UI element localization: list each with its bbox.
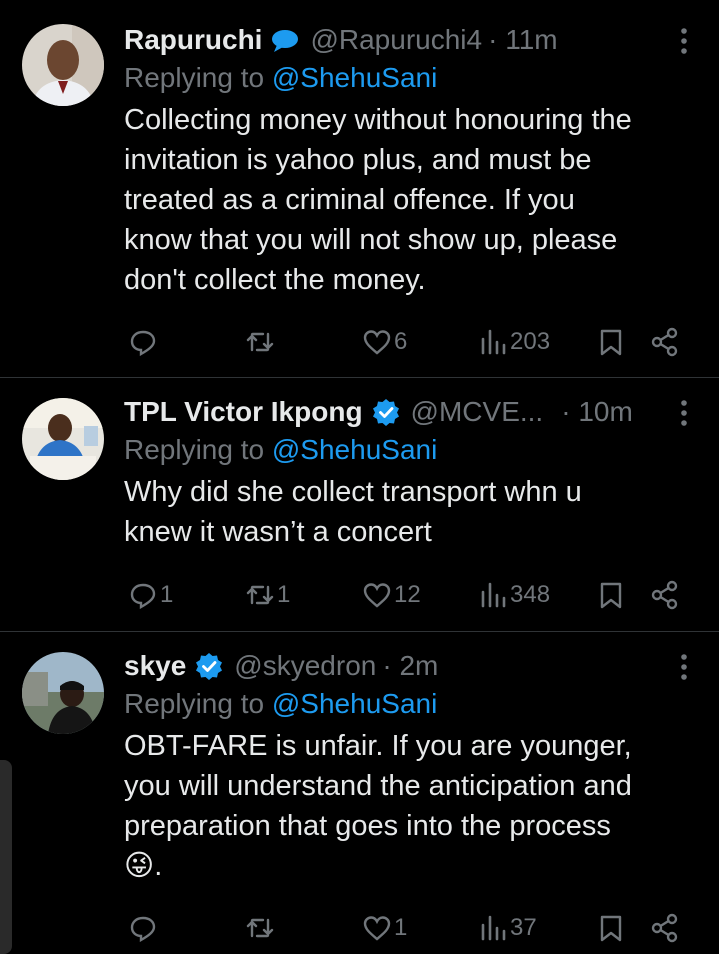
- text-line: invitation is yahoo plus, and must be: [124, 144, 592, 176]
- views-button[interactable]: 348: [478, 575, 550, 615]
- bookmark-button[interactable]: [596, 322, 626, 362]
- mention-link[interactable]: @ShehuSani: [272, 62, 437, 93]
- repost-icon: [246, 332, 274, 352]
- like-button[interactable]: 1: [362, 908, 407, 948]
- edge-panel-handle[interactable]: [0, 760, 12, 954]
- reply-button[interactable]: 1: [128, 575, 173, 615]
- avatar[interactable]: [22, 398, 104, 480]
- author-name[interactable]: TPL Victor Ikpong: [124, 396, 363, 428]
- divider: [0, 377, 719, 378]
- reply-button[interactable]: [128, 908, 160, 948]
- text-line: knew it wasn’t a concert: [124, 516, 432, 548]
- text-line: OBT-FARE is unfair. If you are younger,: [124, 730, 632, 762]
- like-icon: [363, 330, 391, 355]
- timestamp[interactable]: · 2m: [382, 650, 438, 682]
- divider: [0, 631, 719, 632]
- bookmark-icon: [600, 329, 622, 356]
- action-bar: 1 1 12 348: [0, 575, 719, 615]
- author-handle[interactable]: @Rapuruchi4: [310, 24, 482, 56]
- text-line: Collecting money without honouring the: [124, 104, 632, 136]
- text-line: preparation that goes into the process: [124, 810, 611, 842]
- bookmark-icon: [600, 915, 622, 942]
- reply-button[interactable]: [128, 322, 160, 362]
- repost-button[interactable]: [245, 908, 277, 948]
- timestamp[interactable]: · 10m: [561, 396, 633, 428]
- author-name[interactable]: Rapuruchi: [124, 24, 262, 56]
- bookmark-button[interactable]: [596, 908, 626, 948]
- author-name[interactable]: skye: [124, 650, 186, 682]
- share-icon: [651, 580, 678, 610]
- replying-to: Replying to @ShehuSani: [124, 62, 437, 94]
- view-count: 37: [510, 914, 537, 941]
- like-count: 6: [394, 328, 408, 355]
- author-handle[interactable]: @MCVE...: [411, 396, 544, 428]
- share-button[interactable]: [650, 322, 680, 362]
- tweet-text: Collecting money without honouring the i…: [124, 100, 704, 300]
- replying-to: Replying to @ShehuSani: [124, 434, 437, 466]
- avatar[interactable]: [22, 24, 104, 106]
- reply-icon: [130, 916, 156, 943]
- text-line: Why did she collect transport whn u: [124, 476, 582, 508]
- views-button[interactable]: 203: [478, 322, 550, 362]
- repost-icon: [246, 918, 274, 938]
- like-count: 1: [394, 914, 408, 941]
- text-line: you will understand the anticipation and: [124, 770, 632, 802]
- replying-to: Replying to @ShehuSani: [124, 688, 437, 720]
- avatar[interactable]: [22, 652, 104, 734]
- views-icon: [481, 329, 506, 355]
- view-count: 203: [510, 328, 551, 355]
- views-icon: [481, 915, 506, 941]
- verified-icon: [194, 651, 224, 681]
- like-count: 12: [394, 581, 421, 608]
- tweet-skye[interactable]: skye @skyedron · 2m Replying to @ShehuSa…: [0, 646, 719, 954]
- reply-icon: [130, 583, 156, 610]
- action-bar: 1 37: [0, 908, 719, 948]
- text-line: don't collect the money.: [124, 264, 426, 296]
- mention-link[interactable]: @ShehuSani: [272, 688, 437, 719]
- replying-label: Replying to: [124, 434, 272, 465]
- repost-icon: [246, 585, 274, 605]
- text-line: treated as a criminal offence. If you: [124, 184, 575, 216]
- verified-icon: [371, 397, 401, 427]
- like-button[interactable]: 6: [362, 322, 407, 362]
- tweet-rapuruchi[interactable]: Rapuruchi @Rapuruchi4 · 11m Replying to …: [0, 20, 719, 376]
- like-icon: [363, 583, 391, 608]
- reply-count: 1: [160, 581, 174, 608]
- speech-bubble-icon: [270, 25, 300, 55]
- text-line: know that you will not show up, please: [124, 224, 618, 256]
- repost-count: 1: [277, 581, 291, 608]
- share-button[interactable]: [650, 908, 680, 948]
- share-icon: [651, 913, 678, 943]
- share-icon: [651, 327, 678, 357]
- share-button[interactable]: [650, 575, 680, 615]
- text-line: 😜.: [124, 850, 163, 882]
- more-icon[interactable]: [679, 26, 689, 56]
- like-button[interactable]: 12: [362, 575, 421, 615]
- tweet-text: OBT-FARE is unfair. If you are younger, …: [124, 726, 704, 886]
- tweet-text: Why did she collect transport whn u knew…: [124, 472, 704, 552]
- reply-icon: [130, 330, 156, 357]
- timestamp[interactable]: · 11m: [488, 24, 558, 56]
- repost-button[interactable]: [245, 322, 277, 362]
- replying-label: Replying to: [124, 62, 272, 93]
- bookmark-icon: [600, 582, 622, 609]
- repost-button[interactable]: 1: [245, 575, 290, 615]
- view-count: 348: [510, 581, 551, 608]
- tweet-victor-ikpong[interactable]: TPL Victor Ikpong @MCVE... · 10m Replyin…: [0, 392, 719, 630]
- more-icon[interactable]: [679, 398, 689, 428]
- bookmark-button[interactable]: [596, 575, 626, 615]
- like-icon: [363, 916, 391, 941]
- views-button[interactable]: 37: [478, 908, 537, 948]
- action-bar: 6 203: [0, 322, 719, 362]
- views-icon: [481, 582, 506, 608]
- replying-label: Replying to: [124, 688, 272, 719]
- mention-link[interactable]: @ShehuSani: [272, 434, 437, 465]
- more-icon[interactable]: [679, 652, 689, 682]
- author-handle[interactable]: @skyedron: [234, 650, 376, 682]
